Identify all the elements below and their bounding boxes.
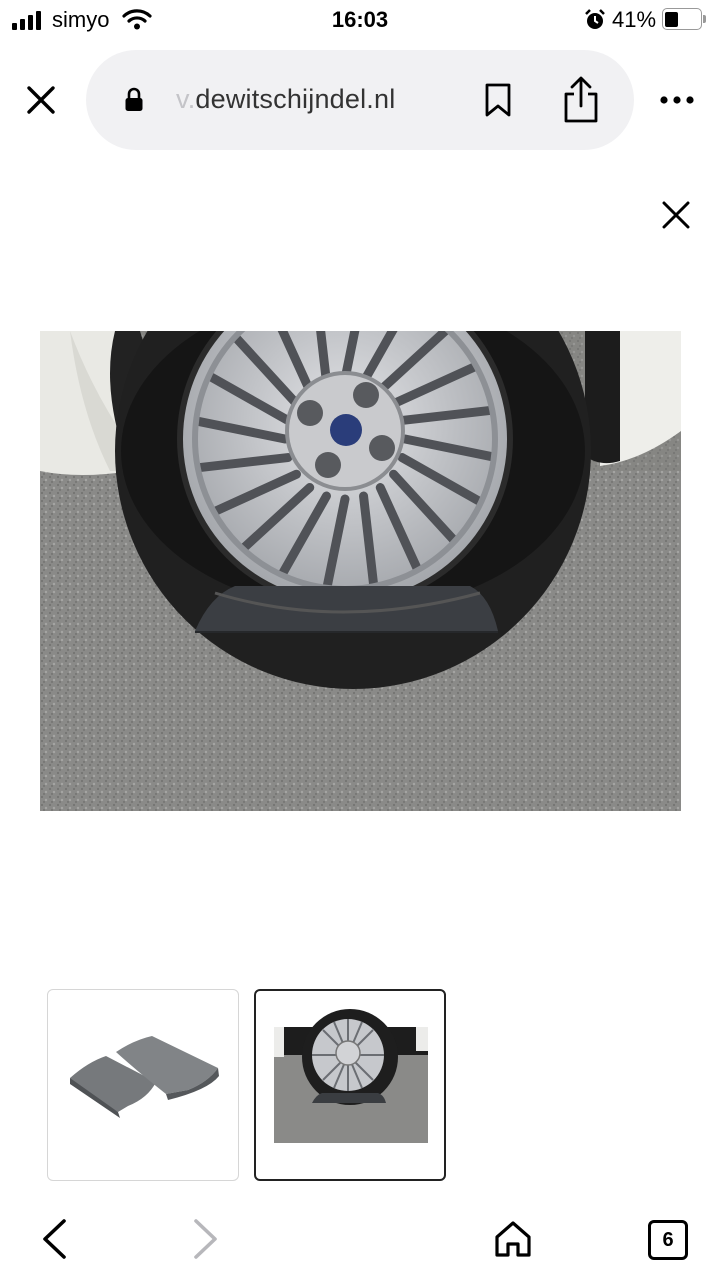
- thumbnail-ramps[interactable]: [47, 989, 239, 1181]
- share-icon[interactable]: [562, 76, 600, 124]
- battery-percent: 41%: [612, 7, 657, 32]
- lock-icon: [125, 87, 143, 111]
- alarm-icon: [585, 9, 605, 29]
- url-text[interactable]: v.dewitschijndel.nl: [176, 84, 395, 115]
- product-main-image[interactable]: [40, 331, 681, 811]
- battery-icon: [662, 8, 706, 30]
- url-prefix: v.: [176, 84, 196, 114]
- two-ramps-image: [70, 1036, 219, 1118]
- home-icon[interactable]: [494, 1220, 532, 1258]
- thumbnail-tire-photo[interactable]: [254, 989, 446, 1181]
- tire-photo-thumb: [274, 1009, 428, 1143]
- close-icon[interactable]: [662, 201, 690, 229]
- close-tab-button[interactable]: [26, 85, 56, 115]
- back-icon[interactable]: [40, 1218, 68, 1260]
- status-bar: simyo 16:03 41%: [0, 0, 720, 40]
- tire-on-ramp-photo: [40, 331, 681, 811]
- forward-icon[interactable]: [192, 1218, 220, 1260]
- url-domain: dewitschijndel.nl: [195, 84, 396, 114]
- bookmark-icon[interactable]: [484, 82, 512, 118]
- tabs-button[interactable]: 6: [648, 1220, 688, 1260]
- more-icon[interactable]: [660, 95, 694, 105]
